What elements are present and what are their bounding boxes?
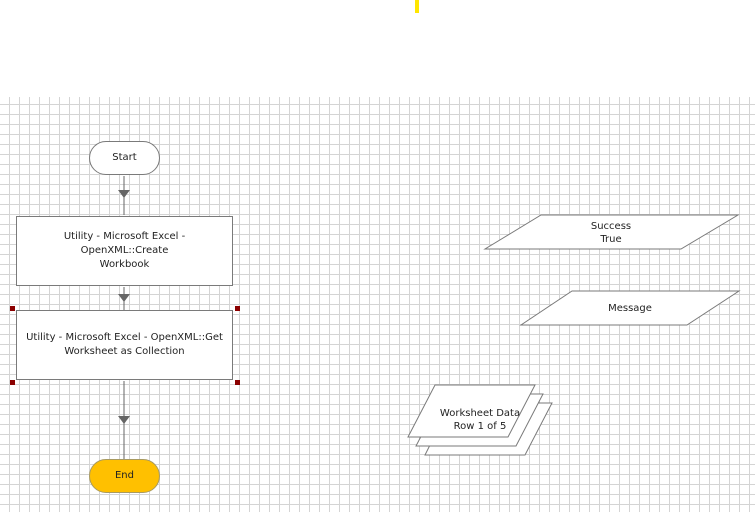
end-label: End — [114, 470, 134, 481]
arrow-head — [118, 190, 130, 198]
action-create-workbook[interactable]: Utility - Microsoft Excel - OpenXML::Cre… — [16, 216, 233, 286]
action-create-workbook-label: Utility - Microsoft Excel - OpenXML::Cre… — [63, 231, 186, 270]
selection-handle-bottom-right[interactable] — [235, 380, 240, 385]
action-get-worksheet[interactable]: Utility - Microsoft Excel - OpenXML::Get… — [16, 310, 233, 380]
selection-handle-top-left[interactable] — [10, 306, 15, 311]
start-stage[interactable]: Start — [89, 141, 160, 175]
selection-handle-top-right[interactable] — [235, 306, 240, 311]
data-item-message-label: Message — [608, 302, 652, 314]
action-get-worksheet-label: Utility - Microsoft Excel - OpenXML::Get… — [26, 332, 223, 357]
selection-handle-bottom-left[interactable] — [10, 380, 15, 385]
arrow-head — [118, 416, 130, 424]
collection-worksheet-data-label: Worksheet Data Row 1 of 5 — [439, 408, 521, 432]
end-stage[interactable]: End — [89, 459, 160, 493]
data-item-success-label: Success True — [590, 221, 632, 245]
start-label: Start — [112, 152, 137, 163]
arrow-head — [118, 294, 130, 302]
